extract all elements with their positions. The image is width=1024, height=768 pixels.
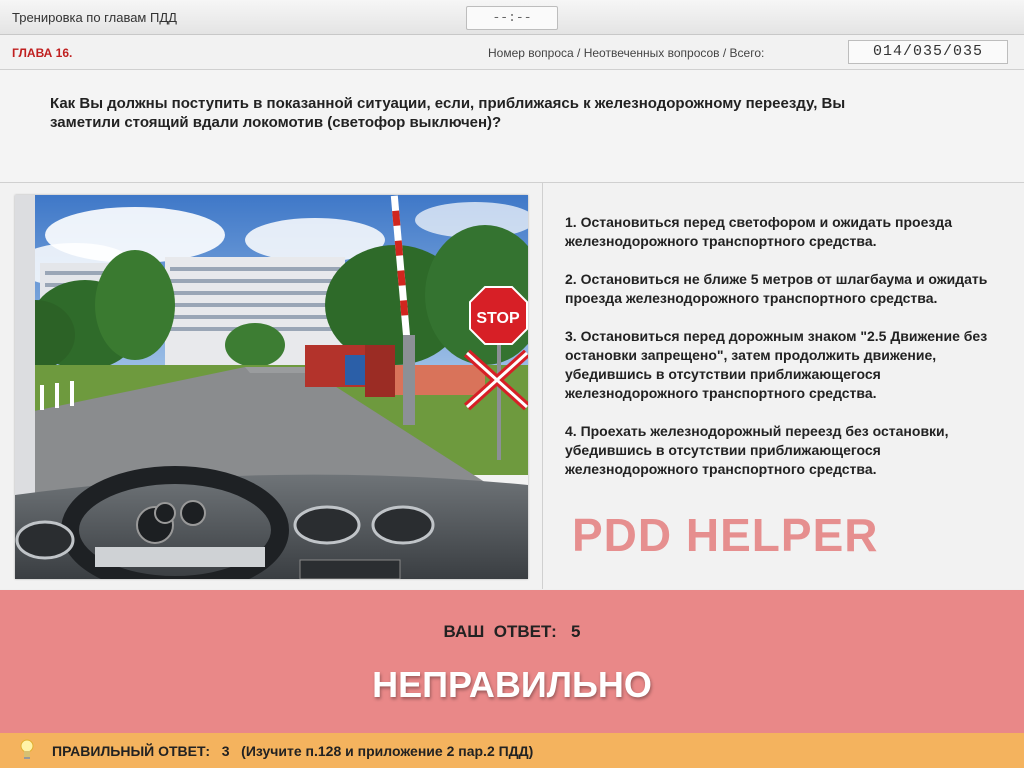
lightbulb-icon bbox=[20, 739, 34, 761]
answer-list: 1. Остановиться перед светофором и ожида… bbox=[565, 213, 1005, 498]
answer-option-3[interactable]: 3. Остановиться перед дорожным знаком "2… bbox=[565, 327, 1005, 403]
stop-sign-text: STOP bbox=[476, 310, 520, 327]
situation-image: STOP bbox=[15, 195, 528, 579]
chapter-label: ГЛАВА 16. bbox=[12, 46, 73, 60]
question-panel: Как Вы должны поступить в показанной сит… bbox=[0, 70, 1024, 183]
question-counter: 014/035/035 bbox=[848, 40, 1008, 64]
timer-display: --:-- bbox=[466, 6, 558, 30]
answer-option-1[interactable]: 1. Остановиться перед светофором и ожида… bbox=[565, 213, 1005, 251]
verdict-text: НЕПРАВИЛЬНО bbox=[372, 664, 652, 705]
answer-option-2[interactable]: 2. Остановиться не ближе 5 метров от шла… bbox=[565, 270, 1005, 308]
window-title: Тренировка по главам ПДД bbox=[12, 10, 177, 25]
question-counter-label: Номер вопроса / Неотвеченных вопросов / … bbox=[488, 46, 765, 60]
correct-answer-text: ПРАВИЛЬНЫЙ ОТВЕТ: 3 (Изучите п.128 и при… bbox=[52, 743, 534, 759]
chapter-bar: ГЛАВА 16. Номер вопроса / Неотвеченных в… bbox=[0, 35, 1024, 70]
content-area: STOP 1. Остановиться перед светофором и … bbox=[0, 183, 1024, 589]
answer-option-4[interactable]: 4. Проехать железнодорожный переезд без … bbox=[565, 422, 1005, 479]
your-answer-label: ВАШ ОТВЕТ: 5 bbox=[443, 622, 581, 641]
question-text: Как Вы должны поступить в показанной сит… bbox=[50, 95, 846, 131]
result-panel: ВАШ ОТВЕТ: 5 НЕПРАВИЛЬНО bbox=[0, 590, 1024, 733]
content-divider bbox=[542, 183, 543, 589]
watermark-text: PDD HELPER bbox=[572, 509, 879, 561]
correct-answer-bar: ПРАВИЛЬНЫЙ ОТВЕТ: 3 (Изучите п.128 и при… bbox=[0, 733, 1024, 768]
title-bar: Тренировка по главам ПДД --:-- bbox=[0, 0, 1024, 35]
